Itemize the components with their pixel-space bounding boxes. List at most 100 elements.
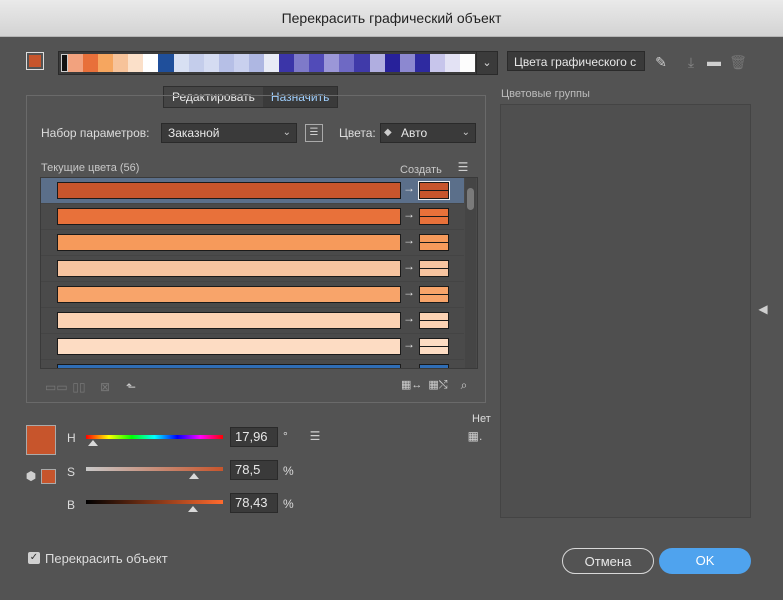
create-label: Создать: [400, 164, 442, 176]
b-unit: %: [283, 497, 294, 511]
s-label: S: [67, 465, 76, 479]
strip-color-cell: [113, 54, 129, 72]
arrow-right-icon[interactable]: →: [403, 285, 415, 299]
current-colors-list[interactable]: → → → → → → → →: [40, 177, 478, 369]
list-scrollbar[interactable]: [465, 178, 476, 368]
color-group-strip[interactable]: ⌄: [58, 51, 498, 75]
strip-color-cell: [460, 54, 476, 72]
new-color-swatch[interactable]: [419, 312, 449, 329]
color-groups-panel: [500, 104, 751, 518]
random-saturation-icon[interactable]: ▦⤭: [428, 378, 448, 392]
strip-color-cell: [128, 54, 144, 72]
colors-select[interactable]: Авто ◆ ⌄: [380, 123, 476, 143]
strip-color-cell: [414, 54, 430, 72]
chevron-down-icon[interactable]: ⌄: [476, 52, 497, 74]
color-row[interactable]: →: [41, 230, 464, 256]
cancel-button[interactable]: Отмена: [562, 548, 654, 574]
cube-icon: ⬢: [25, 469, 37, 483]
preset-value: Заказной: [168, 126, 220, 140]
color-row[interactable]: →: [41, 282, 464, 308]
arrow-right-icon[interactable]: →: [403, 363, 415, 368]
current-color-swatch[interactable]: [26, 52, 44, 70]
collapse-panel-icon[interactable]: ◀: [757, 302, 769, 316]
exclude-colors-icon[interactable]: ⊠: [96, 380, 114, 394]
current-color-fill: [29, 55, 41, 67]
chevron-down-icon: ⌄: [461, 127, 470, 138]
new-color-swatch[interactable]: [419, 260, 449, 277]
color-mode-grid-icon[interactable]: ▦.: [465, 429, 485, 443]
folder-icon[interactable]: ▬: [705, 53, 723, 69]
group-name-field[interactable]: Цвета графического с: [507, 51, 645, 71]
random-order-icon[interactable]: ▦↔: [401, 378, 422, 391]
color-row[interactable]: →: [41, 204, 464, 230]
new-color-swatch[interactable]: [419, 208, 449, 225]
current-color-bar[interactable]: [57, 312, 401, 329]
saturation-slider[interactable]: [86, 467, 223, 471]
color-row[interactable]: →: [41, 256, 464, 282]
arrow-right-icon[interactable]: →: [403, 337, 415, 351]
new-color-swatch[interactable]: [419, 364, 449, 368]
s-value-field[interactable]: 78,5: [230, 460, 278, 480]
strip-color-cell: [279, 54, 295, 72]
strip-color-cell: [369, 54, 385, 72]
ok-button[interactable]: OK: [659, 548, 751, 574]
color-row[interactable]: →: [41, 178, 464, 204]
color-row[interactable]: →: [41, 308, 464, 334]
scrollbar-thumb[interactable]: [467, 188, 474, 210]
arrow-right-icon[interactable]: →: [403, 207, 415, 221]
hue-slider-thumb[interactable]: [88, 440, 98, 446]
swatch-divider: [420, 216, 448, 217]
current-color-large-swatch[interactable]: [26, 425, 56, 455]
swatch-divider: [420, 242, 448, 243]
preset-options-icon[interactable]: ☰: [305, 124, 323, 142]
preset-select[interactable]: Заказной ⌄: [161, 123, 297, 143]
color-row[interactable]: →: [41, 360, 464, 368]
strip-color-cell: [294, 54, 310, 72]
swatch-divider: [420, 320, 448, 321]
find-color-icon[interactable]: ⌕: [455, 378, 473, 393]
arrow-right-icon[interactable]: →: [403, 233, 415, 247]
current-color-bar[interactable]: [57, 260, 401, 277]
h-unit: °: [283, 429, 288, 443]
brightness-slider-thumb[interactable]: [188, 506, 198, 512]
strip-color-cell: [309, 54, 325, 72]
gamut-color-swatch[interactable]: [41, 469, 56, 484]
current-color-bar[interactable]: [57, 182, 401, 199]
saturation-slider-thumb[interactable]: [189, 473, 199, 479]
new-row-icon[interactable]: ⬑: [122, 380, 140, 394]
recolor-checkbox[interactable]: ✓: [28, 552, 40, 564]
current-color-bar[interactable]: [57, 208, 401, 225]
new-color-swatch[interactable]: [419, 286, 449, 303]
swatch-divider: [420, 346, 448, 347]
merge-colors-icon[interactable]: ▭▭: [45, 380, 68, 394]
b-value-field[interactable]: 78,43: [230, 493, 278, 513]
current-color-bar[interactable]: [57, 234, 401, 251]
h-value-field[interactable]: 17,96: [230, 427, 278, 447]
strip-color-cell: [354, 54, 370, 72]
arrow-right-icon[interactable]: →: [403, 259, 415, 273]
strip-color-cell: [264, 54, 280, 72]
separate-colors-icon[interactable]: ▯▯: [70, 380, 88, 394]
strip-color-cell: [324, 54, 340, 72]
new-color-swatch[interactable]: [418, 181, 450, 200]
save-group-icon[interactable]: ⤓: [682, 54, 700, 71]
none-label: Нет: [472, 413, 491, 425]
arrow-right-icon[interactable]: →: [403, 311, 415, 325]
strip-color-cell: [339, 54, 355, 72]
current-color-bar[interactable]: [57, 364, 401, 368]
new-color-swatch[interactable]: [419, 338, 449, 355]
b-label: B: [67, 498, 76, 512]
current-color-bar[interactable]: [57, 338, 401, 355]
eyedropper-icon[interactable]: ✎: [652, 54, 670, 71]
list-menu-icon[interactable]: ☰: [456, 160, 470, 174]
hue-slider[interactable]: [86, 435, 223, 439]
swatch-divider: [420, 294, 448, 295]
trash-icon[interactable]: 🗑: [729, 54, 747, 71]
arrow-right-icon[interactable]: →: [403, 181, 415, 195]
preset-label: Набор параметров:: [41, 126, 150, 140]
brightness-slider[interactable]: [86, 500, 223, 504]
new-color-swatch[interactable]: [419, 234, 449, 251]
current-color-bar[interactable]: [57, 286, 401, 303]
slider-menu-icon[interactable]: ☰: [308, 429, 322, 443]
color-row[interactable]: →: [41, 334, 464, 360]
